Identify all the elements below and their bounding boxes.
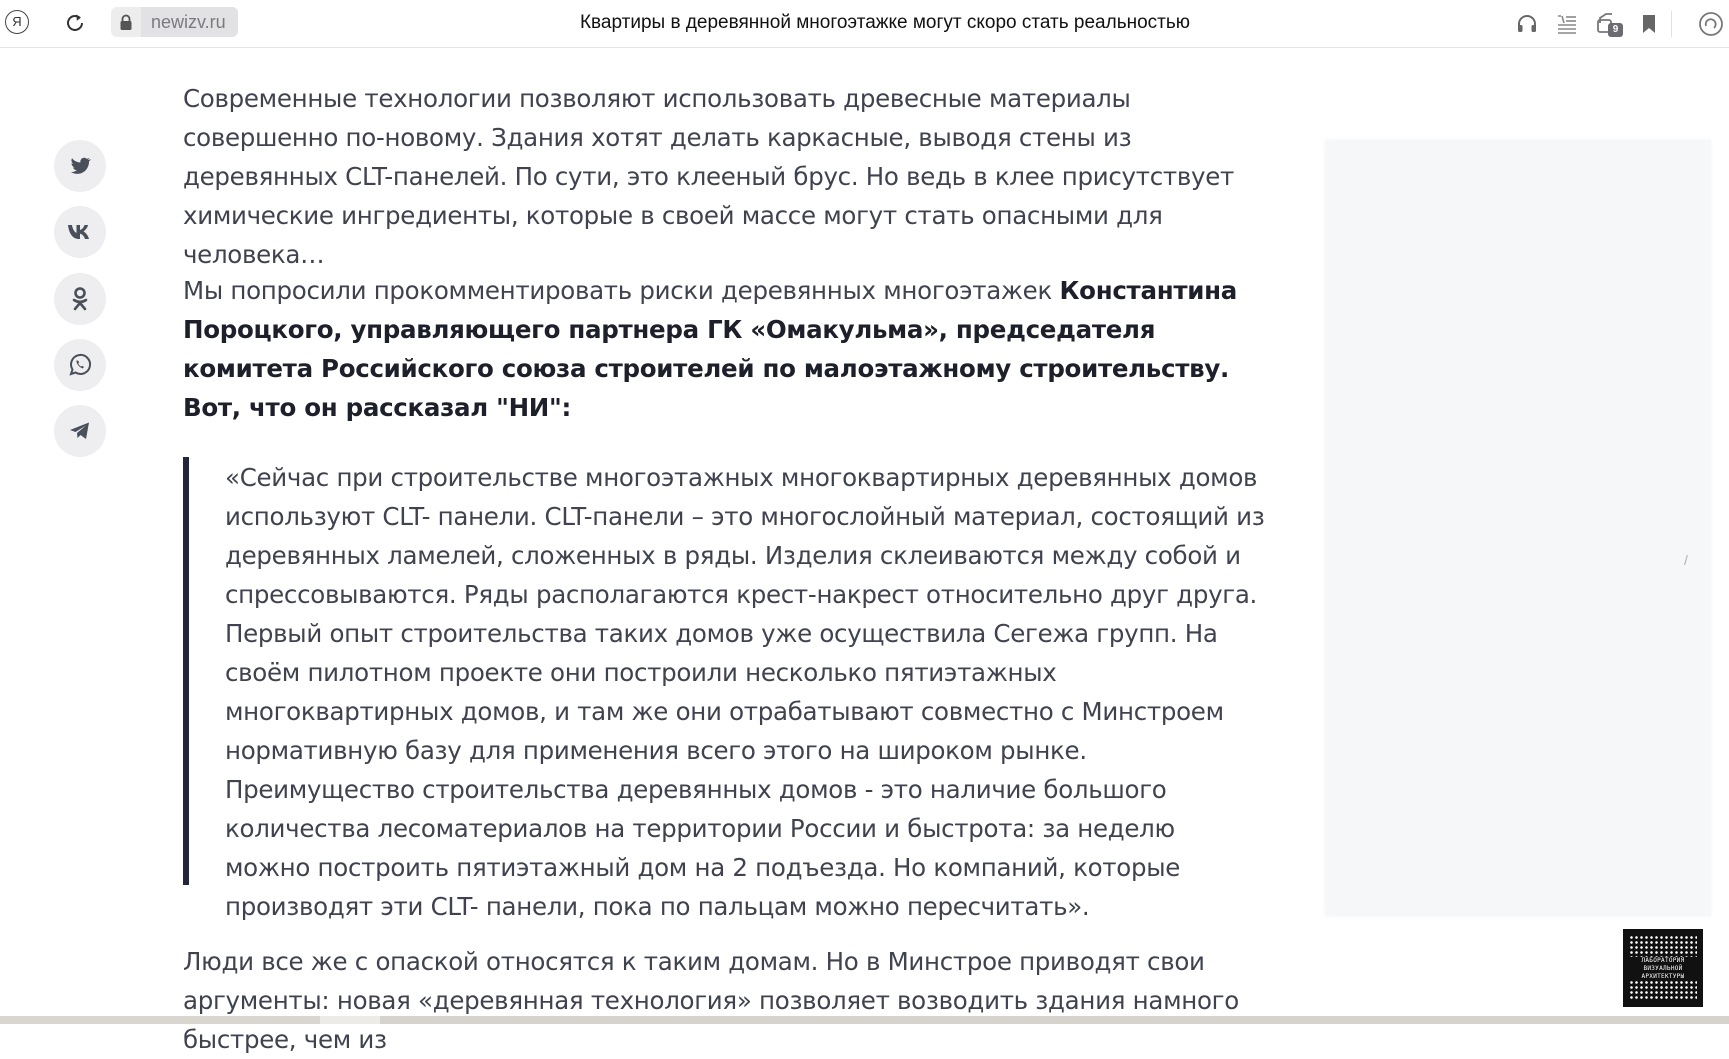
tab-count-badge: 9 (1608, 23, 1623, 37)
lock-icon (111, 14, 141, 31)
toolbar-divider (1671, 11, 1672, 37)
odnoklassniki-icon (72, 287, 88, 311)
article-paragraph-2: Мы попросили прокомментировать риски дер… (183, 271, 1253, 427)
share-odnoklassniki-button[interactable] (54, 273, 106, 325)
share-vk-button[interactable] (54, 206, 106, 258)
page-title: Квартиры в деревянной многоэтажке могут … (579, 12, 1191, 33)
blockquote-bar (183, 457, 189, 885)
bottom-scroll-strip (0, 1016, 1729, 1024)
logo-text: ЛАБОРАТОРИЯ ВИЗУАЛЬНОЙ АРХИТЕКТУРЫ (1629, 957, 1697, 981)
headphones-icon[interactable] (1514, 11, 1540, 37)
yandex-logo-icon[interactable]: Я (5, 10, 29, 34)
tabs-icon[interactable]: 9 (1596, 11, 1623, 37)
reader-mode-icon[interactable] (1554, 11, 1580, 37)
paragraph-2-intro: Мы попросили прокомментировать риски дер… (183, 276, 1060, 305)
article-paragraph-3: Люди все же с опаской относятся к таким … (183, 947, 1239, 1054)
blockquote-text: «Сейчас при строительстве многоэтажных м… (225, 463, 1265, 921)
share-telegram-button[interactable] (54, 405, 106, 457)
alice-icon[interactable] (1698, 11, 1724, 37)
vk-icon (68, 225, 89, 239)
share-twitter-button[interactable] (54, 140, 106, 192)
ad-placeholder-mark: / (1684, 552, 1688, 568)
reload-icon[interactable] (62, 10, 88, 36)
bookmark-icon[interactable] (1636, 11, 1662, 37)
article-paragraph-1: Современные технологии позволяют использ… (183, 84, 1234, 269)
twitter-icon (70, 157, 91, 174)
whatsapp-icon (69, 353, 92, 376)
share-whatsapp-button[interactable] (54, 339, 106, 391)
telegram-icon (70, 422, 89, 439)
address-bar[interactable]: newizv.ru (111, 7, 238, 37)
url-host[interactable]: newizv.ru (141, 7, 238, 37)
lab-logo-badge[interactable]: ЛАБОРАТОРИЯ ВИЗУАЛЬНОЙ АРХИТЕКТУРЫ (1623, 929, 1703, 1007)
browser-toolbar: Я newizv.ru Квартиры в деревянной многоэ… (0, 0, 1729, 48)
ad-placeholder (1325, 140, 1711, 916)
